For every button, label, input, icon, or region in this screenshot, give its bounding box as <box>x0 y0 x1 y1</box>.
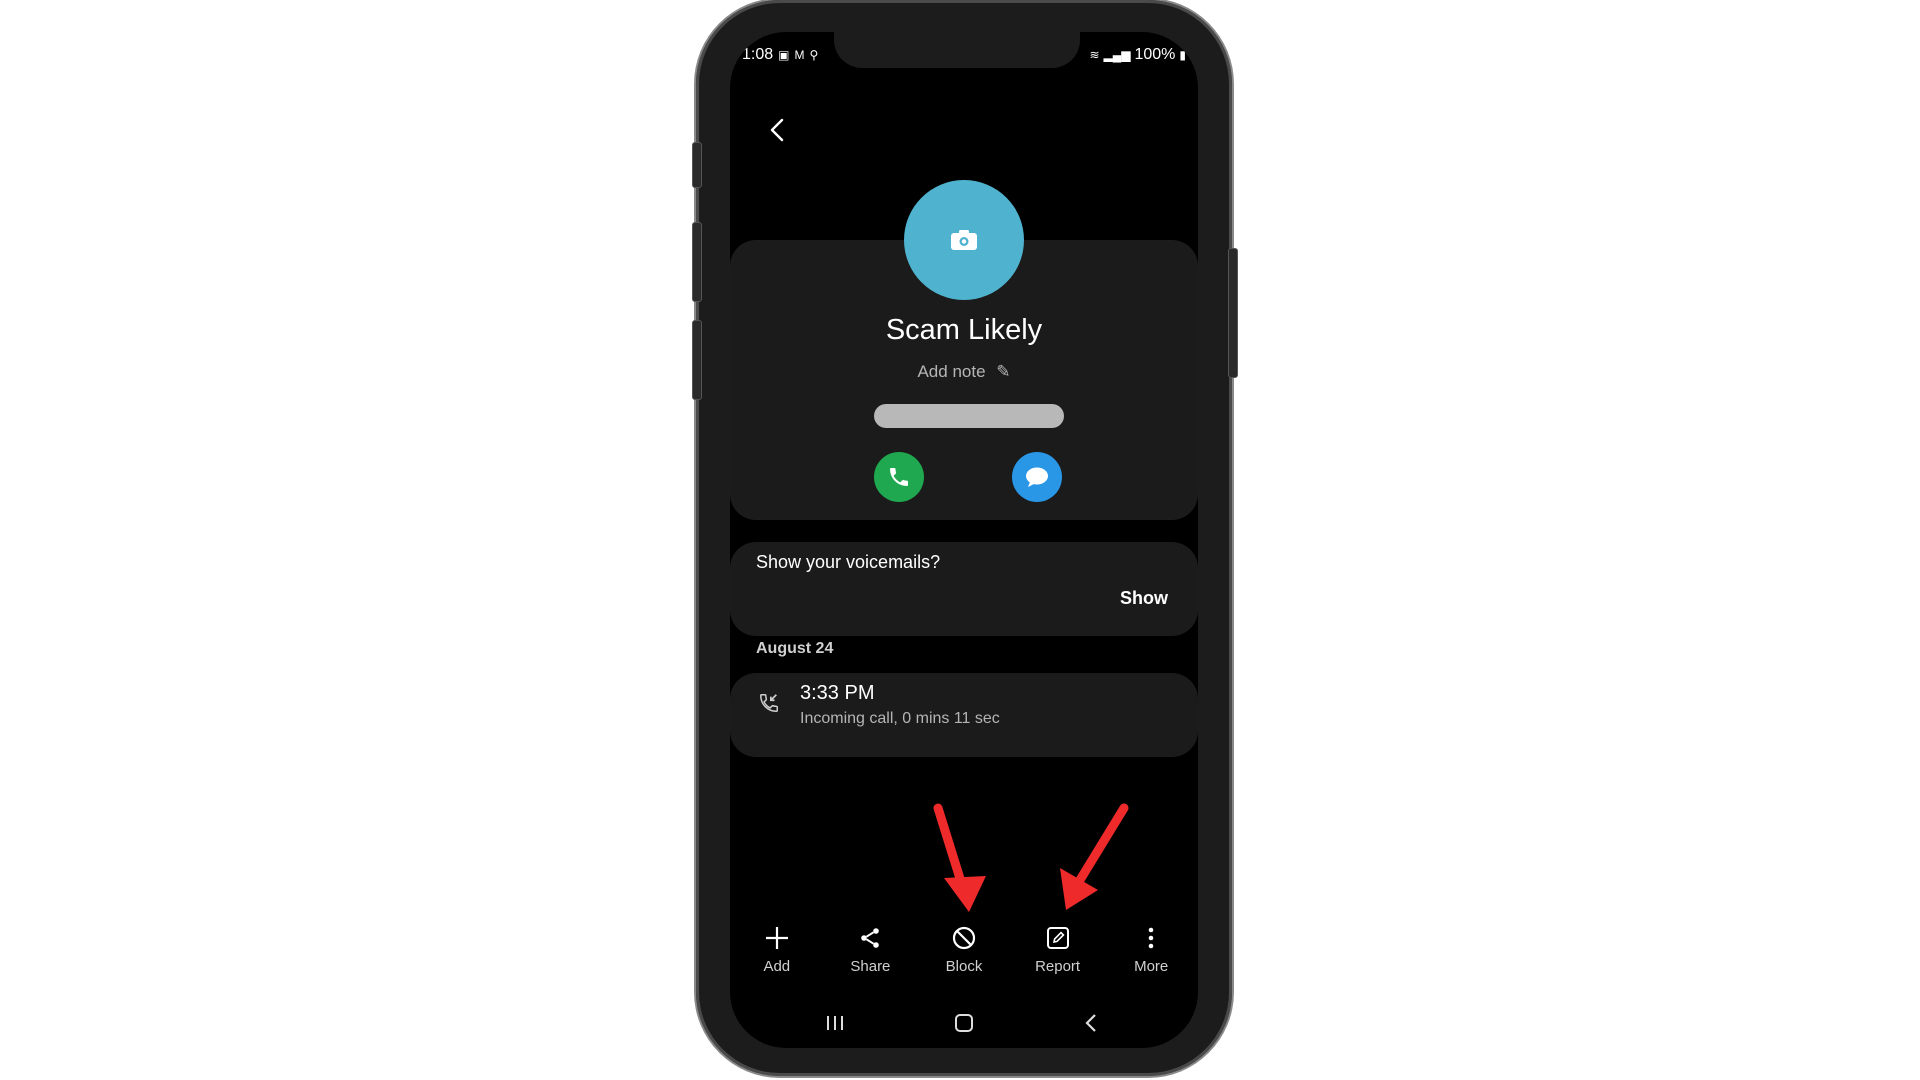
pencil-icon: ✎ <box>996 362 1011 381</box>
call-description: Incoming call, 0 mins 11 sec <box>800 710 1000 727</box>
signal-icon: ▂▄▆ <box>1103 48 1131 62</box>
call-log-date: August 24 <box>756 640 834 657</box>
report-label: Report <box>1035 958 1081 975</box>
more-icon <box>1148 927 1154 949</box>
status-bar-right: ≋ ▂▄▆ 100% ▮ <box>1089 46 1186 64</box>
phone-side-button <box>692 142 702 188</box>
search-icon: ⚲ <box>809 48 819 62</box>
phone-side-button <box>1228 248 1238 378</box>
system-nav-bar <box>730 998 1198 1048</box>
image-icon: ▣ <box>778 48 790 62</box>
home-icon <box>955 1014 973 1032</box>
back-icon <box>1085 1014 1096 1032</box>
phone-side-button <box>692 320 702 400</box>
chat-bubble-icon <box>1026 467 1048 487</box>
battery-level: 100% <box>1134 46 1176 63</box>
share-button[interactable]: Share <box>824 922 918 992</box>
recent-apps-button[interactable] <box>810 998 860 1048</box>
add-note-label: Add note <box>917 362 986 381</box>
home-button[interactable] <box>939 998 989 1048</box>
call-button[interactable] <box>874 452 924 502</box>
gmail-icon: M <box>794 48 805 62</box>
more-label: More <box>1134 958 1169 975</box>
report-button[interactable]: Report <box>1011 922 1105 992</box>
message-button[interactable] <box>1012 452 1062 502</box>
chevron-left-icon <box>770 118 784 142</box>
phone-side-button <box>692 222 702 302</box>
camera-notch <box>834 32 1080 68</box>
phone-icon <box>890 468 908 486</box>
share-label: Share <box>850 958 891 975</box>
battery-icon: ▮ <box>1179 48 1186 62</box>
contact-avatar[interactable] <box>904 180 1024 300</box>
share-icon <box>861 928 880 948</box>
status-bar-left: 1:08 ▣ M ⚲ <box>742 46 818 64</box>
call-time: 3:33 PM <box>800 682 875 704</box>
plus-icon <box>765 927 788 949</box>
more-button[interactable]: More <box>1104 922 1198 992</box>
phone-number-redacted <box>874 404 1064 428</box>
nav-back-button[interactable] <box>1066 998 1116 1048</box>
voicemail-prompt: Show your voicemails? <box>756 552 941 572</box>
camera-icon <box>951 230 977 250</box>
wifi-icon: ≋ <box>1089 48 1100 62</box>
phone-screen: 1:08 ▣ M ⚲ ≋ ▂▄▆ 100% ▮ Scam Likely Add … <box>730 32 1198 1048</box>
add-label: Add <box>763 958 791 975</box>
report-icon <box>1046 927 1069 949</box>
block-button[interactable]: Block <box>917 922 1011 992</box>
recent-apps-icon <box>827 1016 843 1030</box>
show-voicemail-button[interactable]: Show <box>1120 588 1168 609</box>
back-button[interactable] <box>758 110 798 150</box>
add-button[interactable]: Add <box>730 922 824 992</box>
contact-name: Scam Likely <box>885 314 1043 346</box>
block-label: Block <box>945 958 983 975</box>
add-note-link[interactable]: Add note ✎ <box>730 362 1198 382</box>
incoming-call-icon <box>758 692 780 719</box>
status-time: 1:08 <box>742 46 774 63</box>
block-icon <box>952 926 976 950</box>
bottom-toolbar: Add Share Block Report More <box>730 922 1198 992</box>
